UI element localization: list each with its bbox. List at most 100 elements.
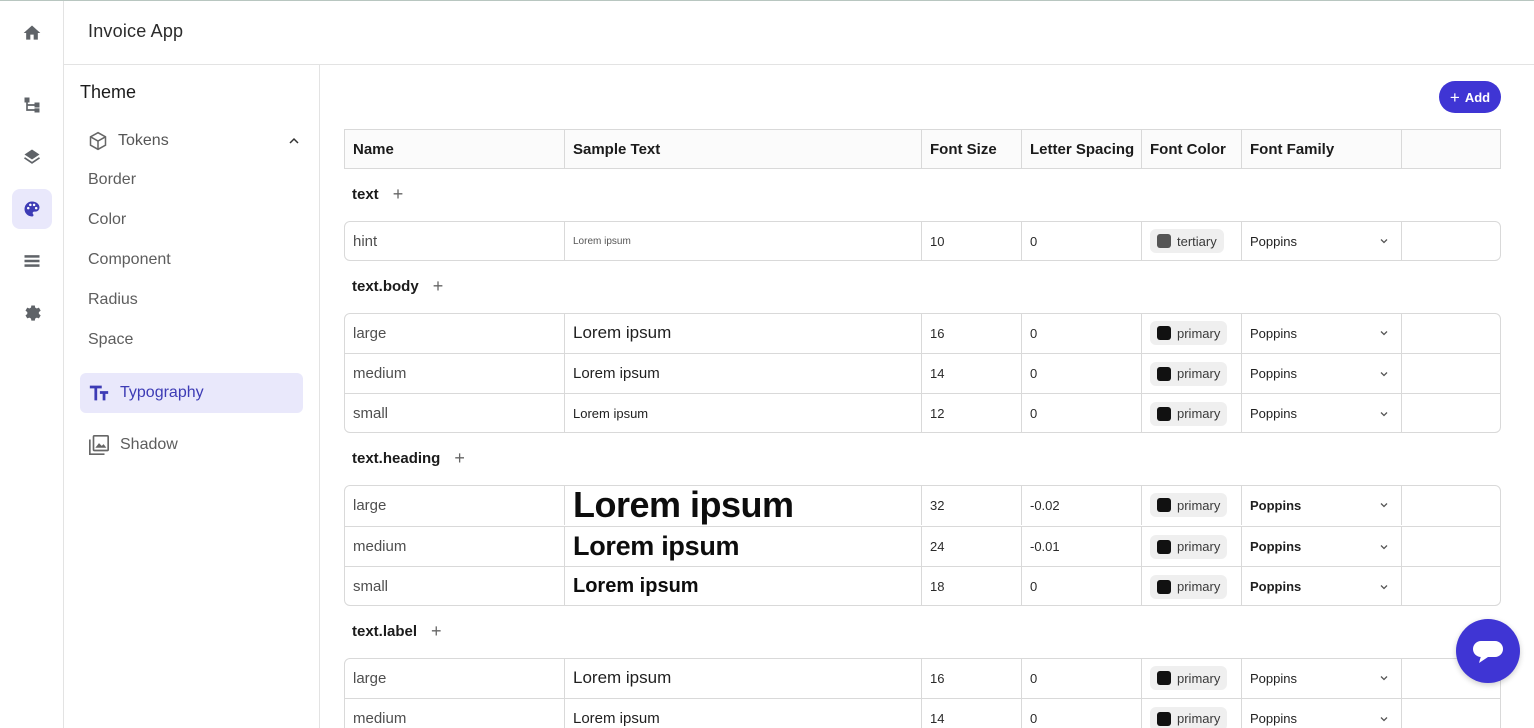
font-size-value[interactable]: 32 bbox=[930, 498, 944, 513]
letter-spacing-value[interactable]: 0 bbox=[1030, 234, 1037, 249]
font-color-chip[interactable]: primary bbox=[1150, 534, 1228, 559]
table-row[interactable]: small Lorem ipsum 12 0 primary Poppins bbox=[345, 393, 1500, 433]
table-row[interactable]: medium Lorem ipsum 24 -0.01 primary Popp… bbox=[345, 526, 1500, 566]
token-item-space[interactable]: Space bbox=[88, 331, 133, 349]
letter-spacing-value[interactable]: 0 bbox=[1030, 406, 1037, 421]
font-color-chip[interactable]: tertiary bbox=[1150, 229, 1224, 253]
font-size-value[interactable]: 14 bbox=[930, 366, 944, 381]
letter-spacing-value[interactable]: -0.01 bbox=[1030, 539, 1060, 554]
token-item-border[interactable]: Border bbox=[88, 171, 136, 189]
letter-spacing-value[interactable]: 0 bbox=[1030, 671, 1037, 686]
letter-spacing-value[interactable]: 0 bbox=[1030, 711, 1037, 726]
sample-text: Lorem ipsum bbox=[573, 668, 672, 687]
font-size-value[interactable]: 16 bbox=[930, 326, 944, 341]
font-family-select[interactable]: Poppins bbox=[1250, 234, 1390, 249]
app-header: Invoice App bbox=[64, 1, 1534, 65]
font-family-select[interactable]: Poppins bbox=[1250, 711, 1390, 726]
palette-icon[interactable] bbox=[12, 189, 52, 229]
letter-spacing-value[interactable]: -0.02 bbox=[1030, 498, 1060, 513]
font-size-value[interactable]: 12 bbox=[930, 406, 944, 421]
group-title: text.label bbox=[352, 623, 418, 640]
font-color-chip[interactable]: primary bbox=[1150, 706, 1228, 728]
token-item-radius[interactable]: Radius bbox=[88, 291, 138, 309]
chat-button[interactable] bbox=[1456, 619, 1520, 683]
token-item-color[interactable]: Color bbox=[88, 211, 126, 229]
font-family-select[interactable]: Poppins bbox=[1250, 539, 1390, 554]
add-button[interactable]: + Add bbox=[1439, 81, 1501, 113]
font-size-value[interactable]: 14 bbox=[930, 711, 944, 726]
font-color-chip[interactable]: primary bbox=[1150, 361, 1228, 386]
column-header-actions bbox=[1402, 130, 1500, 168]
table-row[interactable]: large Lorem ipsum 16 0 primary Poppins bbox=[345, 658, 1500, 698]
app-title: Invoice App bbox=[88, 21, 184, 41]
font-color-chip[interactable]: primary bbox=[1150, 574, 1228, 599]
sample-text: Lorem ipsum bbox=[573, 235, 631, 247]
table-row[interactable]: small Lorem ipsum 18 0 primary Poppins bbox=[345, 566, 1500, 606]
row-actions bbox=[1402, 354, 1500, 393]
token-name: large bbox=[353, 669, 387, 687]
row-actions bbox=[1402, 527, 1500, 566]
letter-spacing-value[interactable]: 0 bbox=[1030, 326, 1037, 341]
font-size-value[interactable]: 24 bbox=[930, 539, 944, 554]
letter-spacing-value[interactable]: 0 bbox=[1030, 366, 1037, 381]
font-family-value: Poppins bbox=[1250, 497, 1302, 513]
font-color-label: primary bbox=[1177, 670, 1221, 686]
column-header-font-family: Font Family bbox=[1242, 130, 1402, 168]
font-size-value[interactable]: 16 bbox=[930, 671, 944, 686]
color-swatch bbox=[1157, 579, 1171, 594]
letter-spacing-value[interactable]: 0 bbox=[1030, 579, 1037, 594]
group-title: text.body bbox=[352, 278, 419, 295]
font-size-value[interactable]: 10 bbox=[930, 234, 944, 249]
table-row[interactable]: hint Lorem ipsum 10 0 tertiary Poppins bbox=[345, 221, 1500, 261]
font-color-label: tertiary bbox=[1177, 233, 1217, 249]
font-family-select[interactable]: Poppins bbox=[1250, 406, 1390, 421]
table-row[interactable]: medium Lorem ipsum 14 0 primary Poppins bbox=[345, 698, 1500, 728]
column-header-name: Name bbox=[345, 130, 565, 168]
table-row[interactable]: large Lorem ipsum 16 0 primary Poppins bbox=[345, 313, 1500, 353]
chevron-down-icon bbox=[1380, 676, 1388, 681]
nav-item-typography[interactable]: Typography bbox=[80, 373, 303, 413]
row-actions bbox=[1402, 485, 1500, 525]
token-item-component[interactable]: Component bbox=[88, 251, 171, 269]
list-icon[interactable] bbox=[12, 241, 52, 281]
font-color-label: primary bbox=[1177, 579, 1221, 594]
font-color-chip[interactable]: primary bbox=[1150, 666, 1228, 690]
token-name: hint bbox=[353, 232, 378, 250]
add-token-plus-icon[interactable]: + bbox=[454, 448, 465, 469]
color-swatch bbox=[1157, 711, 1171, 726]
add-token-plus-icon[interactable]: + bbox=[431, 621, 442, 642]
chevron-down-icon bbox=[1380, 503, 1388, 508]
cube-icon bbox=[89, 131, 107, 151]
row-actions bbox=[1402, 699, 1500, 728]
font-color-chip[interactable]: primary bbox=[1150, 493, 1228, 517]
color-swatch bbox=[1157, 539, 1171, 554]
font-family-select[interactable]: Poppins bbox=[1250, 498, 1390, 513]
hierarchy-icon[interactable] bbox=[12, 85, 52, 125]
font-family-select[interactable]: Poppins bbox=[1250, 366, 1390, 381]
shadow-label: Shadow bbox=[120, 436, 178, 453]
table-row[interactable]: medium Lorem ipsum 14 0 primary Poppins bbox=[345, 353, 1500, 393]
layers-icon[interactable] bbox=[12, 137, 52, 177]
row-actions bbox=[1402, 221, 1500, 261]
font-color-chip[interactable]: primary bbox=[1150, 401, 1228, 426]
group-title: text bbox=[352, 186, 379, 203]
gear-icon[interactable] bbox=[12, 293, 52, 333]
font-family-select[interactable]: Poppins bbox=[1250, 326, 1390, 341]
add-token-plus-icon[interactable]: + bbox=[393, 184, 404, 205]
table-row[interactable]: large Lorem ipsum 32 -0.02 primary Poppi… bbox=[345, 484, 1500, 525]
home-icon[interactable] bbox=[12, 13, 52, 53]
add-token-plus-icon[interactable]: + bbox=[433, 276, 444, 297]
font-family-select[interactable]: Poppins bbox=[1250, 579, 1390, 594]
token-name: medium bbox=[353, 538, 407, 555]
font-size-value[interactable]: 18 bbox=[930, 579, 944, 594]
font-color-chip[interactable]: primary bbox=[1150, 321, 1228, 345]
typography-icon bbox=[89, 385, 109, 401]
font-family-value: Poppins bbox=[1250, 711, 1297, 726]
font-family-select[interactable]: Poppins bbox=[1250, 671, 1390, 686]
group-label-text-body: text.body + bbox=[352, 276, 443, 297]
color-swatch bbox=[1157, 234, 1171, 248]
nav-item-shadow[interactable]: Shadow bbox=[80, 425, 303, 465]
tokens-toggle[interactable]: Tokens bbox=[88, 127, 302, 155]
sample-text: Lorem ipsum bbox=[573, 323, 672, 342]
chevron-down-icon bbox=[1380, 411, 1388, 416]
